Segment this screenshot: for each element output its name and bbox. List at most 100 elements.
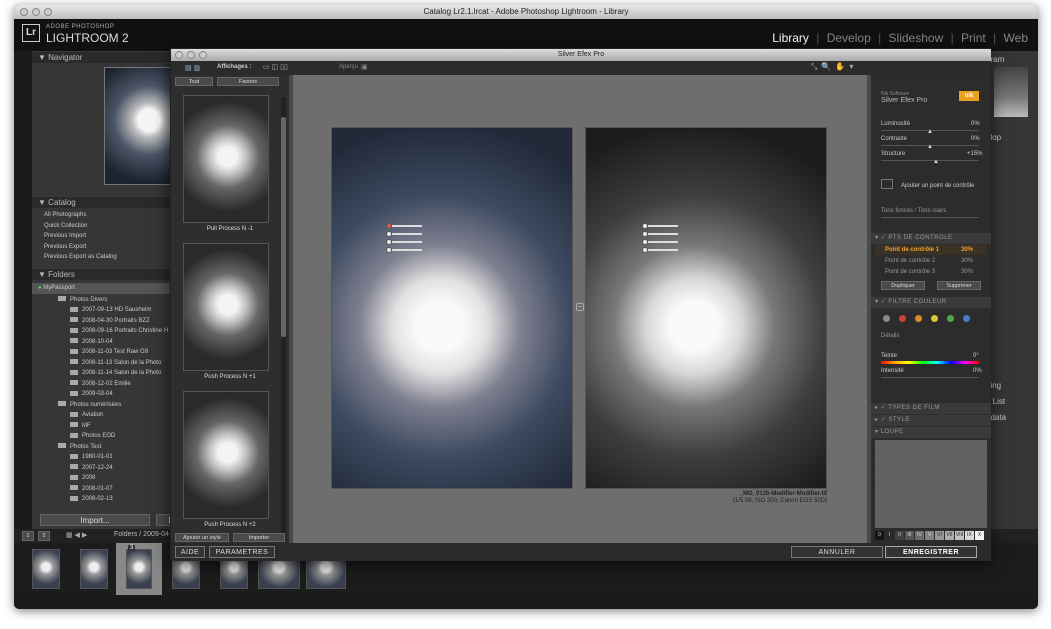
page-1-button[interactable]: 1	[22, 531, 34, 541]
folder-item[interactable]: 2008-10-04	[32, 337, 190, 348]
zone-cell[interactable]: VIII	[955, 531, 964, 540]
luminosite-slider-handle[interactable]: ▲	[927, 129, 933, 135]
zoom-tools-icons[interactable]: ⤡🔍✋▾	[811, 62, 857, 72]
structure-slider-handle[interactable]: ▲	[933, 159, 939, 165]
zone-cell[interactable]: IV	[915, 531, 924, 540]
original-photo[interactable]	[331, 127, 573, 489]
add-control-point-label[interactable]: Ajouter un point de contrôle	[901, 183, 974, 189]
folder-item[interactable]: Photos numérisées	[32, 400, 190, 411]
zone-cell[interactable]: VI	[935, 531, 944, 540]
folder-item[interactable]: 2008-11-14 Salon de la Photo	[32, 368, 190, 379]
preset-label[interactable]: Push Process N +2	[171, 522, 289, 528]
annuler-button[interactable]: ANNULER	[791, 546, 883, 558]
filter-color-swatch[interactable]	[947, 315, 954, 322]
folder-item[interactable]: 2008-12-02 Emilie	[32, 379, 190, 390]
zone-cell[interactable]: X	[975, 531, 984, 540]
style-header[interactable]: ▸ ✓ STYLE	[871, 415, 991, 426]
preset-thumbnail-pull-n1[interactable]	[183, 95, 269, 223]
folder-item[interactable]: 2009-03-04	[32, 389, 190, 400]
split-swap-icon[interactable]: ⇔	[576, 303, 584, 311]
filmstrip-path[interactable]: Folders / 2009-04-	[114, 531, 171, 538]
filter-color-swatch[interactable]	[899, 315, 906, 322]
dupliquer-button[interactable]: Dupliquer	[881, 281, 925, 290]
teinte-slider[interactable]	[881, 361, 979, 364]
folder-item[interactable]: 2008-09-16 Portraits Christine H	[32, 326, 190, 337]
filmstrip-thumbnail-selected[interactable]	[126, 549, 152, 589]
volume-mypassport[interactable]: ● MyPassport	[32, 283, 190, 294]
zone-cell[interactable]: VII	[945, 531, 954, 540]
minimize-window-button[interactable]	[32, 8, 40, 16]
catalog-item[interactable]: Previous Export as Catalog	[44, 252, 190, 263]
catalog-item[interactable]: Quick Collection	[44, 221, 190, 232]
split-view-icons[interactable]: ▭ ◫ ▯▯	[263, 63, 288, 71]
control-point-row-1[interactable]: Point de contrôle 1 30%	[875, 245, 987, 255]
contraste-slider-handle[interactable]: ▲	[927, 144, 933, 150]
module-library[interactable]: Library	[772, 31, 809, 45]
catalog-header[interactable]: ▼ Catalog	[32, 196, 190, 208]
tons-slider[interactable]	[881, 217, 979, 218]
control-point-widget[interactable]	[642, 223, 682, 253]
folder-item[interactable]: Photos Test	[32, 442, 190, 453]
catalog-item[interactable]: Previous Export	[44, 242, 190, 253]
control-point-row-3[interactable]: Point de contrôle 3 30%	[875, 267, 987, 277]
grid-icon[interactable]: ▦ ◀ ▶	[66, 531, 87, 539]
zone-cell[interactable]: 0	[875, 531, 884, 540]
view-list-icon[interactable]: ▤ ▥	[185, 64, 200, 72]
navigator-header[interactable]: ▼ Navigator	[32, 51, 190, 63]
importer-button[interactable]: Importer	[233, 533, 285, 542]
zone-cell[interactable]: III	[905, 531, 914, 540]
module-web[interactable]: Web	[1004, 31, 1028, 45]
filter-color-swatch[interactable]	[883, 315, 890, 322]
page-2-button[interactable]: 2	[38, 531, 50, 541]
filmstrip-selected-cell[interactable]: 3	[116, 543, 162, 595]
folder-item[interactable]: 2008-11-03 Test Raw G9	[32, 347, 190, 358]
zoom-window-button[interactable]	[44, 8, 52, 16]
enregistrer-button[interactable]: ENREGISTRER	[885, 546, 977, 558]
tab-tout[interactable]: Tout	[175, 77, 213, 86]
add-control-point-icon[interactable]	[881, 179, 893, 189]
filter-color-swatch[interactable]	[963, 315, 970, 322]
preset-label[interactable]: Pull Process N -1	[171, 226, 289, 232]
presets-scrollbar[interactable]	[281, 97, 286, 537]
folder-item[interactable]: Aviation	[32, 410, 190, 421]
zone-cell[interactable]: IX	[965, 531, 974, 540]
aide-button[interactable]: AIDE	[175, 546, 205, 558]
folder-item[interactable]: 2008	[32, 473, 190, 484]
loupe-view[interactable]	[875, 440, 987, 528]
filtre-couleur-header[interactable]: ▾ ✓ FILTRE COULEUR	[871, 297, 991, 308]
ajouter-style-button[interactable]: Ajouter un style	[175, 533, 229, 542]
minimize-dialog-button[interactable]	[187, 51, 195, 59]
close-window-button[interactable]	[20, 8, 28, 16]
zone-cell[interactable]: II	[895, 531, 904, 540]
folders-header[interactable]: ▼ Folders	[32, 268, 190, 280]
control-point-row-2[interactable]: Point de contrôle 2 30%	[875, 256, 987, 266]
module-develop[interactable]: Develop	[827, 31, 871, 45]
folder-item[interactable]: 2007-09-13 HD Sausheim	[32, 305, 190, 316]
bw-preview-photo[interactable]	[585, 127, 827, 489]
module-print[interactable]: Print	[961, 31, 986, 45]
zone-cell[interactable]: I	[885, 531, 894, 540]
intensite-slider[interactable]	[881, 377, 979, 378]
folder-item[interactable]: 2008-01-07	[32, 484, 190, 495]
zone-cell[interactable]: V	[925, 531, 934, 540]
filter-color-swatch[interactable]	[915, 315, 922, 322]
folder-item[interactable]: 1980-01-01	[32, 452, 190, 463]
parametres-button[interactable]: PARAMETRES	[209, 546, 275, 558]
folder-item[interactable]: MF	[32, 421, 190, 432]
import-button[interactable]: Import...	[40, 514, 150, 526]
structure-slider[interactable]	[881, 160, 979, 161]
folder-item[interactable]: 2008-11-13 Salon de la Photo	[32, 358, 190, 369]
tab-favoris[interactable]: Favoris	[217, 77, 279, 86]
folder-item[interactable]: Photos Divers	[32, 295, 190, 306]
pts-controle-header[interactable]: ▾ ✓ PTS DE CONTROLE	[871, 233, 991, 244]
filter-color-swatch[interactable]	[931, 315, 938, 322]
supprimer-button[interactable]: Supprimer	[937, 281, 981, 290]
control-point-widget[interactable]	[386, 223, 426, 253]
preset-thumbnail-push-n1[interactable]	[183, 243, 269, 371]
preview-toggle-icon[interactable]: ▣	[361, 63, 368, 71]
close-dialog-button[interactable]	[175, 51, 183, 59]
catalog-item[interactable]: Previous Import	[44, 231, 190, 242]
types-de-film-header[interactable]: ▸ ✓ TYPES DE FILM	[871, 403, 991, 414]
folder-item[interactable]: Photos EOD	[32, 431, 190, 442]
preset-thumbnail-push-n2[interactable]	[183, 391, 269, 519]
